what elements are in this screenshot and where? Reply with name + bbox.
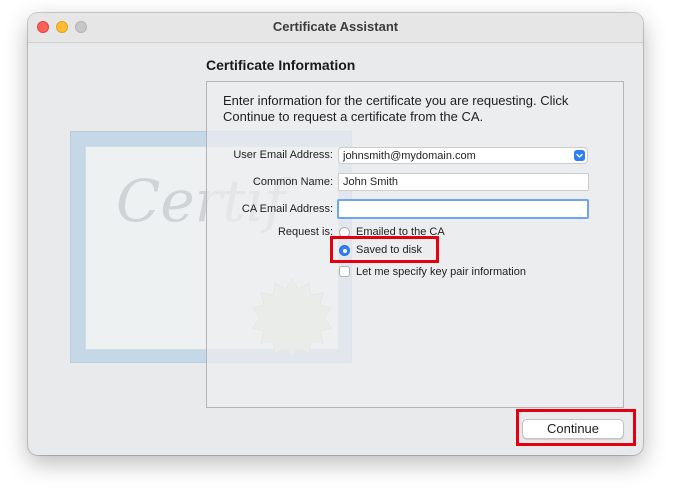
request-is-label: Request is:	[277, 226, 333, 238]
key-pair-label: Let me specify key pair information	[356, 266, 526, 278]
continue-highlight	[516, 409, 636, 446]
certificate-assistant-window: Certificate Assistant Certif Certificate…	[28, 13, 643, 455]
intro-text: Enter information for the certificate yo…	[223, 93, 569, 124]
user-email-popup[interactable]: johnsmith@mydomain.com	[338, 147, 588, 164]
common-name-label: Common Name:	[252, 176, 333, 188]
section-title: Certificate Information	[206, 57, 356, 73]
ca-email-field[interactable]	[337, 199, 589, 219]
chevron-updown-icon	[574, 150, 585, 161]
key-pair-checkbox[interactable]	[339, 266, 350, 277]
ca-email-label: CA Email Address:	[241, 203, 333, 215]
title-bar: Certificate Assistant	[28, 13, 643, 43]
user-email-value: johnsmith@mydomain.com	[343, 150, 476, 162]
window-title: Certificate Assistant	[272, 19, 399, 34]
common-name-field[interactable]	[338, 173, 589, 191]
user-email-label: User Email Address:	[233, 149, 333, 161]
saved-to-disk-highlight	[330, 236, 439, 263]
